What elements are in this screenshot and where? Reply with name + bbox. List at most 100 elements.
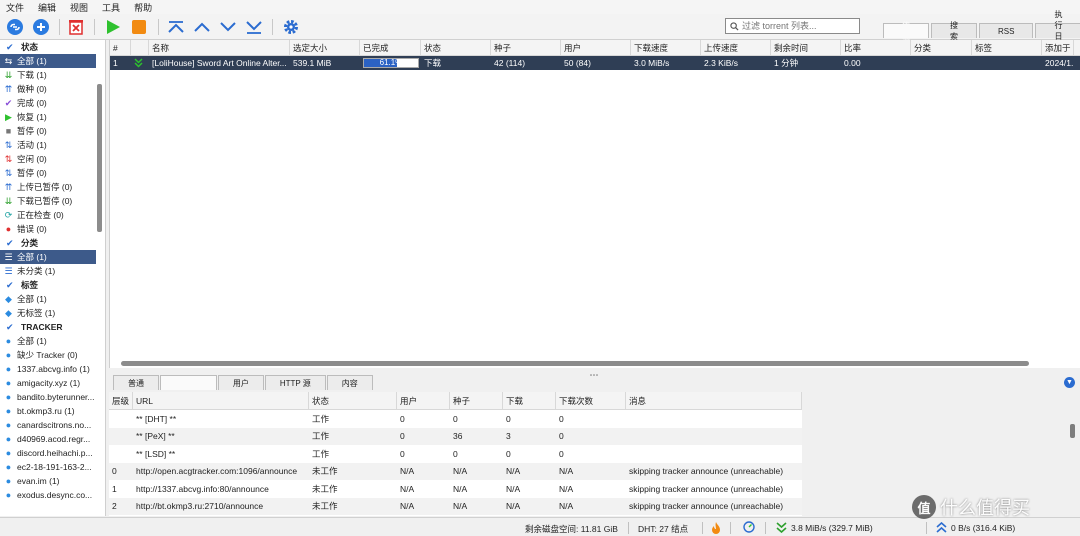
tracker-row[interactable]: 0 http://open.acgtracker.com:1096/announc…: [109, 462, 802, 480]
tag-section-header[interactable]: ✔ 标签: [0, 278, 105, 292]
tab-log[interactable]: 执行日志: [1035, 10, 1080, 52]
status-filter-item[interactable]: ⇆ 全部 (1): [0, 54, 96, 68]
status-filter-item[interactable]: ▶ 恢复 (1): [0, 110, 96, 124]
fire-icon[interactable]: [711, 522, 721, 534]
move-top-icon[interactable]: [167, 18, 185, 36]
status-filter-item[interactable]: ● 错误 (0): [0, 222, 96, 236]
menu-file[interactable]: 文件: [6, 1, 24, 14]
column-header[interactable]: 已完成: [360, 40, 421, 55]
status-section-header[interactable]: ✔ 状态: [0, 40, 105, 54]
column-header[interactable]: 上传速度: [701, 40, 771, 55]
menu-view[interactable]: 视图: [70, 1, 88, 14]
tracker-filter-item[interactable]: ● d40969.acod.regr...: [0, 432, 96, 446]
column-header[interactable]: 标签: [972, 40, 1042, 55]
delete-icon[interactable]: [67, 18, 85, 36]
tab-rss[interactable]: RSS: [979, 23, 1034, 38]
tracker-column-header[interactable]: 下载次数: [556, 392, 626, 409]
tab-http-sources[interactable]: HTTP 源: [264, 375, 326, 390]
menu-help[interactable]: 帮助: [134, 1, 152, 14]
tracker-filter-item[interactable]: ● amigacity.xyz (1): [0, 376, 96, 390]
tracker-filter-item[interactable]: ● evan.im (1): [0, 474, 96, 488]
column-header[interactable]: 状态: [421, 40, 491, 55]
status-filter-item[interactable]: ⇅ 暂停 (0): [0, 166, 96, 180]
column-header[interactable]: [131, 40, 149, 55]
tracker-column-header[interactable]: 消息: [626, 392, 802, 409]
column-header[interactable]: 添加于: [1042, 40, 1074, 55]
tracker-column-header[interactable]: 下载: [503, 392, 556, 409]
tracker-filter-item[interactable]: ● 缺少 Tracker (0): [0, 348, 96, 362]
tab-peers[interactable]: 用户: [217, 375, 264, 390]
status-filter-item[interactable]: ⇅ 空闲 (0): [0, 152, 96, 166]
column-header[interactable]: 剩余时间: [771, 40, 841, 55]
filter-icon: ☰: [4, 251, 13, 262]
tracker-column-header[interactable]: URL: [133, 392, 309, 409]
tracker-column-header[interactable]: 用户: [397, 392, 450, 409]
menu-edit[interactable]: 编辑: [38, 1, 56, 14]
column-header[interactable]: 名称: [149, 40, 290, 55]
move-down-icon[interactable]: [219, 18, 237, 36]
tracker-section-header[interactable]: ✔ TRACKER: [0, 320, 105, 334]
sidebar-item-label: 暂停 (0): [17, 126, 47, 136]
pause-icon[interactable]: [130, 18, 148, 36]
tracker-filter-item[interactable]: ● 1337.abcvg.info (1): [0, 362, 96, 376]
tracker-filter-item[interactable]: ● discord.heihachi.p...: [0, 446, 96, 460]
tracker-row[interactable]: ** [DHT] ** 工作 0 0 0 0: [109, 410, 802, 428]
column-header[interactable]: 种子: [491, 40, 561, 55]
sidebar-scrollbar[interactable]: [97, 84, 102, 232]
horizontal-scrollbar[interactable]: [121, 361, 1029, 366]
tracker-column-header[interactable]: 层级: [109, 392, 133, 409]
tag-filter-item[interactable]: ◆ 全部 (1): [0, 292, 96, 306]
splitter-handle[interactable]: [109, 369, 1080, 376]
column-header[interactable]: #: [110, 40, 131, 55]
add-link-icon[interactable]: [6, 18, 24, 36]
tab-trackers[interactable]: Tracker: [160, 375, 217, 390]
column-header[interactable]: 比率: [841, 40, 911, 55]
gear-icon[interactable]: [282, 18, 300, 36]
column-header[interactable]: 用户: [561, 40, 631, 55]
tab-general[interactable]: 普通: [113, 375, 159, 390]
tracker-filter-item[interactable]: ● exodus.desync.co...: [0, 488, 96, 502]
category-filter-item[interactable]: ☰ 未分类 (1): [0, 264, 96, 278]
tracker-column-header[interactable]: 种子: [450, 392, 503, 409]
collapse-panel-icon[interactable]: ▼: [1064, 377, 1075, 388]
status-filter-item[interactable]: ⇈ 做种 (0): [0, 82, 96, 96]
tracker-filter-item[interactable]: ● ec2-18-191-163-2...: [0, 460, 96, 474]
resume-icon[interactable]: [104, 18, 122, 36]
category-section-header[interactable]: ✔ 分类: [0, 236, 105, 250]
filter-input[interactable]: [742, 21, 852, 31]
tracker-filter-item[interactable]: ● bandito.byterunner...: [0, 390, 96, 404]
tracker-row[interactable]: ** [LSD] ** 工作 0 0 0 0: [109, 445, 802, 463]
tracker-filter-item[interactable]: ● bt.okmp3.ru (1): [0, 404, 96, 418]
column-header[interactable]: 分类: [911, 40, 972, 55]
torrent-eta: 1 分钟: [774, 58, 799, 68]
status-filter-item[interactable]: ⇊ 下载已暂停 (0): [0, 194, 96, 208]
sidebar-item-label: 暂停 (0): [17, 168, 47, 178]
menu-tools[interactable]: 工具: [102, 1, 120, 14]
category-filter-item[interactable]: ☰ 全部 (1): [0, 250, 96, 264]
tracker-row[interactable]: ** [PeX] ** 工作 0 36 3 0: [109, 427, 802, 445]
tab-transfers[interactable]: 传输: [883, 21, 929, 41]
status-filter-item[interactable]: ⟳ 正在检查 (0): [0, 208, 96, 222]
status-filter-item[interactable]: ⇅ 活动 (1): [0, 138, 96, 152]
tracker-filter-item[interactable]: ● canardscitrons.no...: [0, 418, 96, 432]
status-filter-item[interactable]: ⇈ 上传已暂停 (0): [0, 180, 96, 194]
column-header[interactable]: 选定大小: [290, 40, 360, 55]
tracker-filter-item[interactable]: ● 全部 (1): [0, 334, 96, 348]
move-bottom-icon[interactable]: [245, 18, 263, 36]
tab-search[interactable]: 搜索: [931, 21, 977, 41]
add-torrent-icon[interactable]: [32, 18, 50, 36]
tracker-row[interactable]: 1 http://1337.abcvg.info:80/announce 未工作 N/…: [109, 480, 802, 498]
status-filter-item[interactable]: ✔ 完成 (0): [0, 96, 96, 110]
tag-filter-item[interactable]: ◆ 无标签 (1): [0, 306, 96, 320]
column-header[interactable]: 下载速度: [631, 40, 701, 55]
filter-icon: ▶: [5, 111, 12, 122]
tracker-row[interactable]: 2 http://bt.okmp3.ru:2710/announce 未工作 N/A N…: [109, 497, 802, 515]
tab-content[interactable]: 内容: [326, 375, 373, 390]
status-filter-item[interactable]: ■ 暂停 (0): [0, 124, 96, 138]
speed-limit-icon[interactable]: [743, 521, 755, 533]
torrent-row[interactable]: 1 [LoliHouse] Sword Art Online Alter... 53…: [110, 56, 1080, 70]
tracker-column-header[interactable]: 状态: [309, 392, 397, 409]
tracker-scrollbar[interactable]: [1070, 424, 1075, 438]
status-filter-item[interactable]: ⇊ 下载 (1): [0, 68, 96, 82]
move-up-icon[interactable]: [193, 18, 211, 36]
